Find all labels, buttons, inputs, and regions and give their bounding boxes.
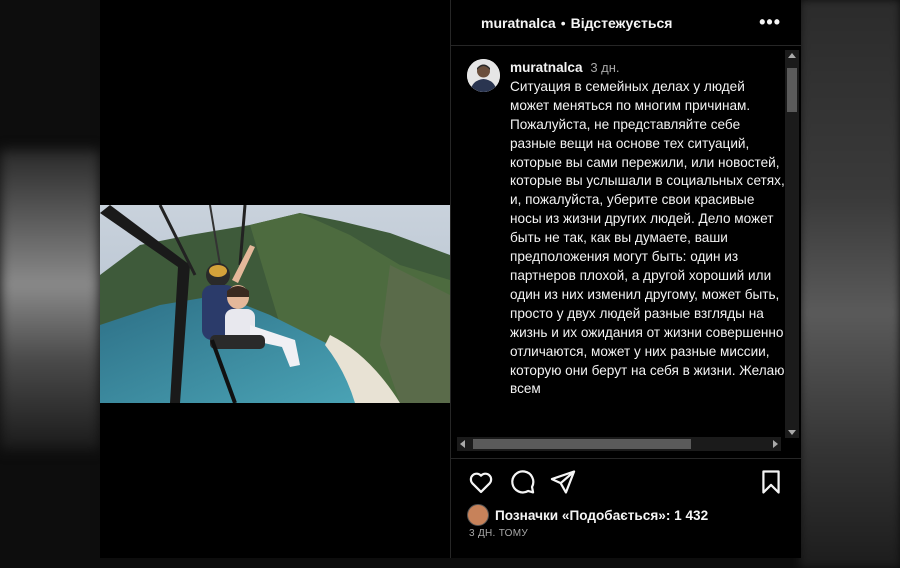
post-header: muratnalca • Відстежується •••: [451, 0, 801, 46]
scroll-right-icon[interactable]: [773, 440, 778, 448]
comment-area[interactable]: muratnalca 3 дн. Ситуация в семейных дел…: [451, 46, 799, 455]
backdrop-right-blur: [800, 0, 900, 568]
heart-icon[interactable]: [467, 468, 495, 496]
bookmark-icon[interactable]: [757, 468, 785, 496]
paragliding-photo: [100, 205, 450, 403]
media-pane: [100, 0, 450, 558]
caption: muratnalca 3 дн. Ситуация в семейных дел…: [510, 59, 785, 399]
comment-icon[interactable]: [508, 468, 536, 496]
backdrop-left-blur: [0, 150, 100, 450]
scroll-left-icon[interactable]: [460, 440, 465, 448]
avatar[interactable]: [467, 59, 500, 92]
scroll-down-icon[interactable]: [788, 430, 796, 435]
caption-time[interactable]: 3 дн.: [590, 60, 619, 75]
action-bar: [467, 468, 787, 498]
caption-username[interactable]: muratnalca: [510, 60, 583, 75]
caption-text: Ситуация в семейных делах у людей может …: [510, 78, 785, 397]
vertical-scrollbar[interactable]: [785, 50, 799, 438]
scroll-up-icon[interactable]: [788, 53, 796, 58]
header-separator: •: [560, 14, 566, 31]
vertical-scroll-thumb[interactable]: [787, 68, 797, 112]
likes-count[interactable]: Позначки «Подобається»: 1 432: [495, 508, 708, 523]
horizontal-scrollbar[interactable]: [457, 437, 781, 451]
more-options-icon[interactable]: •••: [759, 12, 781, 33]
send-icon[interactable]: [549, 468, 577, 496]
post-side-pane: muratnalca • Відстежується ••• muratnalc…: [450, 0, 801, 558]
likes-row[interactable]: Позначки «Подобається»: 1 432: [467, 504, 708, 526]
avatar-image: [467, 59, 500, 92]
post-timestamp[interactable]: 3 ДН. ТОМУ: [469, 528, 528, 539]
divider: [451, 458, 801, 459]
horizontal-scroll-thumb[interactable]: [473, 439, 691, 449]
follow-status-button[interactable]: Відстежується: [571, 15, 673, 31]
liker-avatar[interactable]: [467, 504, 489, 526]
post-photo[interactable]: [100, 205, 450, 403]
header-username[interactable]: muratnalca: [481, 15, 556, 31]
